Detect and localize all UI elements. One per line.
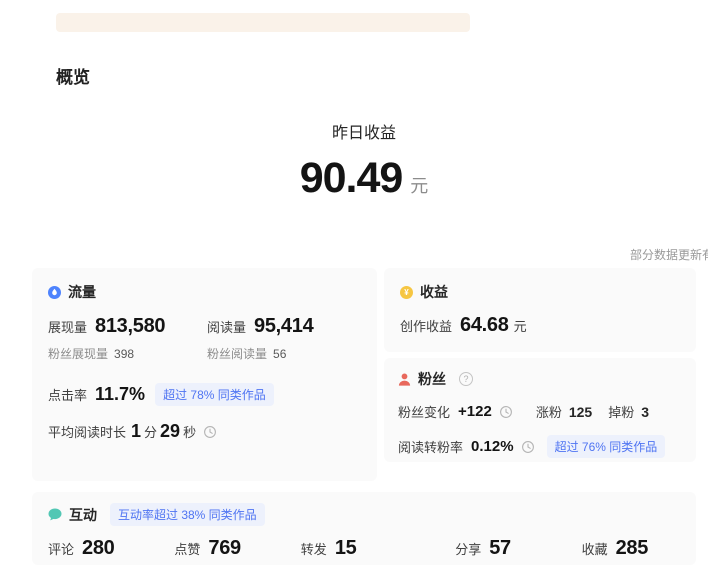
- avg-read-time-minutes: 1: [131, 421, 141, 442]
- data-update-note: 部分数据更新有: [630, 246, 708, 263]
- earnings-icon: ¥: [400, 286, 413, 299]
- fans-gain-value: 125: [569, 404, 592, 420]
- interaction-icon: [48, 508, 62, 521]
- interaction-stat-shares: 分享 57: [427, 537, 553, 560]
- update-time-icon[interactable]: [203, 425, 217, 439]
- avg-read-time-seconds: 29: [160, 421, 180, 442]
- update-time-icon[interactable]: [499, 405, 513, 419]
- impressions-label: 展现量: [48, 317, 87, 336]
- interaction-card: 互动 互动率超过 38% 同类作品 评论 280 点赞 769 转发 15 分享: [32, 492, 696, 565]
- stats-cards: 流量 展现量 813,580 阅读量 95,414 粉丝展现量 398: [32, 268, 696, 565]
- earnings-card: ¥ 收益 创作收益 64.68 元: [384, 268, 696, 352]
- impressions-value: 813,580: [95, 315, 165, 338]
- interaction-stat-reposts: 转发 15: [301, 537, 427, 560]
- avg-read-time-minutes-unit: 分: [144, 422, 157, 441]
- yesterday-earnings-label: 昨日收益: [32, 119, 696, 143]
- traffic-card: 流量 展现量 813,580 阅读量 95,414 粉丝展现量 398: [32, 268, 377, 481]
- yesterday-earnings-unit: 元: [410, 172, 428, 198]
- fans-card: 粉丝 ? 粉丝变化 +122 涨粉: [384, 358, 696, 462]
- creation-earnings-value: 64.68: [460, 314, 509, 337]
- yesterday-earnings-summary: 昨日收益 90.49 元: [32, 119, 696, 203]
- fans-loss-label: 掉粉: [608, 402, 634, 421]
- interaction-stat-favorites: 收藏 285: [554, 537, 680, 560]
- interaction-stat-comments: 评论 280: [48, 537, 174, 560]
- fan-reads-value: 56: [273, 347, 286, 361]
- favorites-label: 收藏: [582, 539, 608, 558]
- likes-label: 点赞: [174, 539, 200, 558]
- fans-change-label: 粉丝变化: [398, 402, 450, 421]
- update-time-icon[interactable]: [521, 440, 535, 454]
- overview-page: 概览 昨日收益 90.49 元 部分数据更新有 流量: [0, 0, 708, 575]
- page-title: 概览: [56, 63, 90, 88]
- reposts-value: 15: [335, 537, 357, 560]
- read-to-fan-rate-label: 阅读转粉率: [398, 437, 463, 456]
- fans-loss-value: 3: [641, 404, 649, 420]
- fans-gain-label: 涨粉: [536, 402, 562, 421]
- avg-read-time-label: 平均阅读时长: [48, 422, 126, 441]
- interaction-card-title: 互动: [69, 505, 97, 525]
- favorites-value: 285: [616, 537, 648, 560]
- help-icon[interactable]: ?: [459, 372, 473, 386]
- reads-label: 阅读量: [207, 317, 246, 336]
- ctr-percentile-badge: 超过 78% 同类作品: [155, 383, 274, 406]
- comments-value: 280: [82, 537, 114, 560]
- interaction-stat-likes: 点赞 769: [174, 537, 300, 560]
- shares-value: 57: [489, 537, 511, 560]
- fans-card-title: 粉丝: [418, 369, 446, 389]
- conversion-percentile-badge: 超过 76% 同类作品: [547, 435, 666, 458]
- interaction-percentile-badge: 互动率超过 38% 同类作品: [110, 503, 265, 526]
- traffic-card-title: 流量: [68, 282, 96, 302]
- comments-label: 评论: [48, 539, 74, 558]
- traffic-icon: [48, 286, 61, 299]
- earnings-card-title: 收益: [420, 282, 448, 302]
- fan-reads-label: 粉丝阅读量: [207, 345, 267, 362]
- shares-label: 分享: [455, 539, 481, 558]
- fans-change-value: +122: [458, 403, 492, 420]
- yesterday-earnings-value: 90.49: [300, 154, 403, 203]
- fans-icon: [398, 373, 411, 386]
- creation-earnings-label: 创作收益: [400, 316, 452, 335]
- read-to-fan-rate-value: 0.12%: [471, 438, 514, 455]
- likes-value: 769: [208, 537, 240, 560]
- fan-impressions-label: 粉丝展现量: [48, 345, 108, 362]
- reads-value: 95,414: [254, 315, 313, 338]
- ctr-label: 点击率: [48, 385, 87, 404]
- reposts-label: 转发: [301, 539, 327, 558]
- fan-impressions-value: 398: [114, 347, 134, 361]
- ctr-value: 11.7%: [95, 384, 145, 405]
- avg-read-time-seconds-unit: 秒: [183, 422, 196, 441]
- notification-banner: [56, 13, 470, 32]
- creation-earnings-unit: 元: [514, 316, 527, 335]
